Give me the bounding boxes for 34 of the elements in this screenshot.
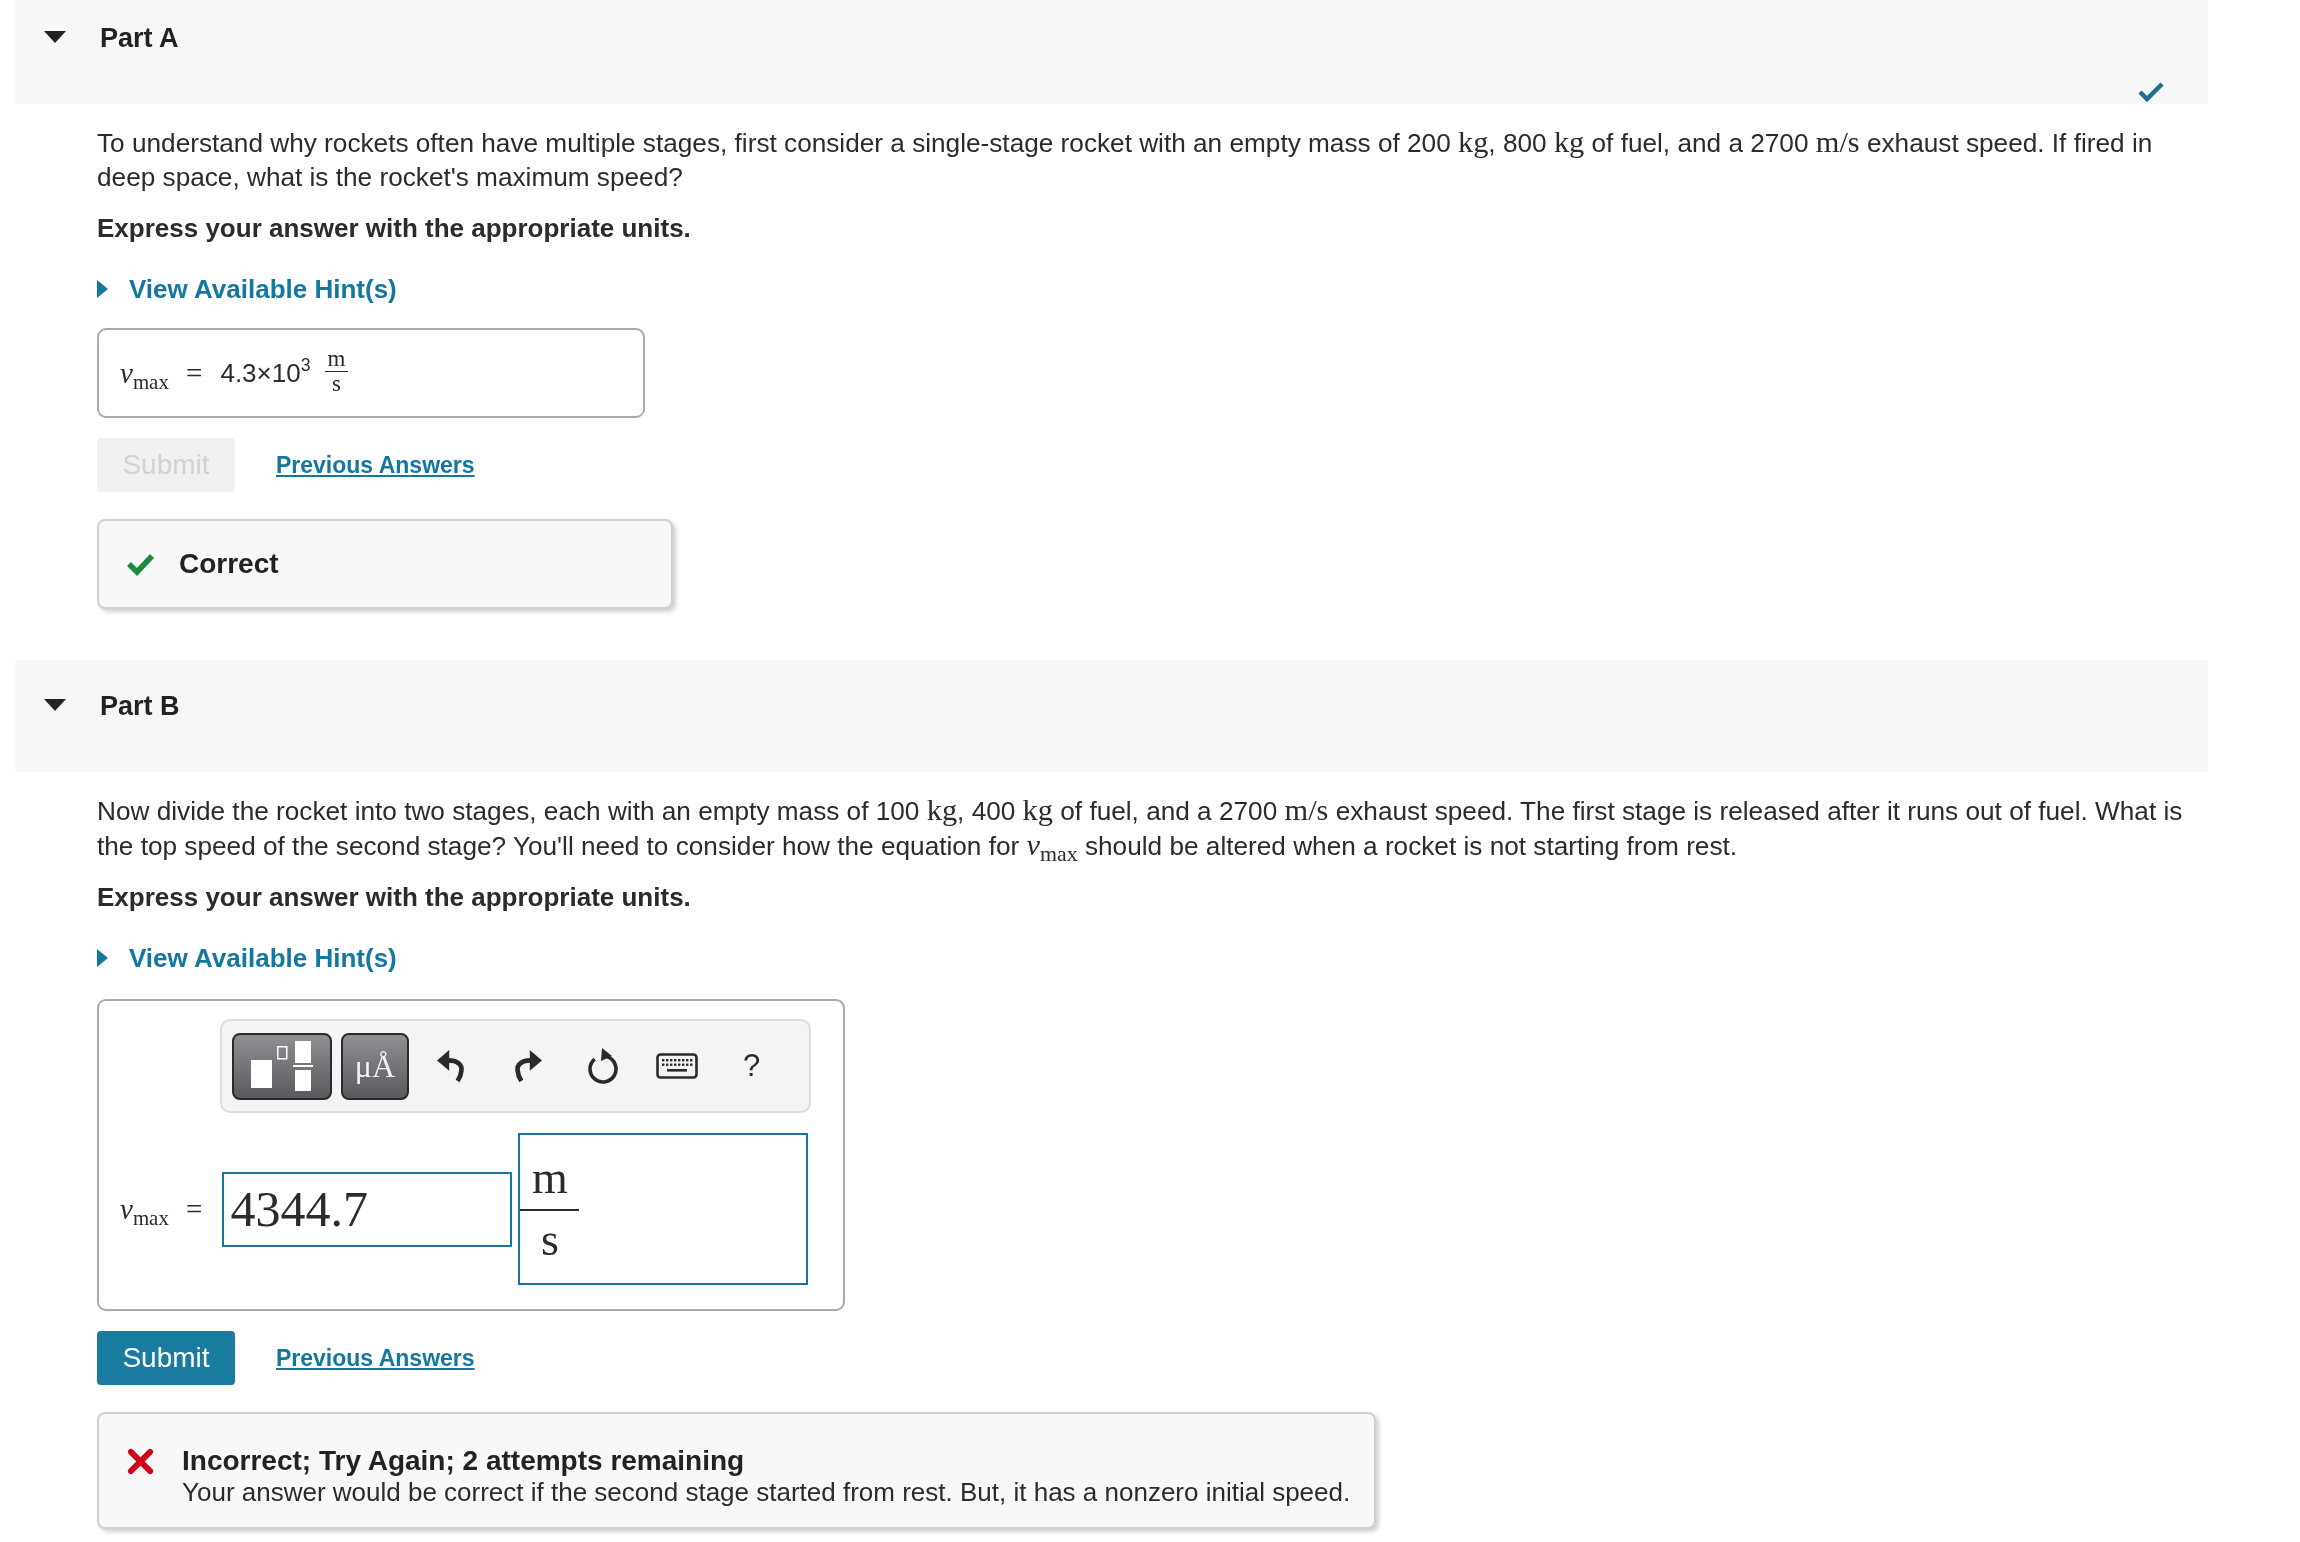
previous-answers-link[interactable]: Previous Answers (276, 1344, 475, 1372)
instruction-text: Express your answer with the appropriate units. (97, 212, 692, 245)
triangle-icon (97, 280, 108, 298)
caret-icon[interactable] (44, 31, 66, 43)
previous-answers-link[interactable]: Previous Answers (276, 451, 475, 479)
units-field[interactable]: m s (518, 1133, 809, 1285)
question-text: Now divide the rocket into two stages, each with an empty mass of 100 kg, 400 kg of fuel, and a 2700 m/s exhaust speed. The first stage is released after it runs out of fuel. What is the top speed of the second stage? You'll need to consider how the equation for v$_{max}$ should be altered when a rocket is not starting from rest. (97, 793, 2184, 863)
reset-icon[interactable] (585, 1048, 619, 1084)
keyboard-icon[interactable] (656, 1053, 698, 1079)
caret-icon[interactable] (44, 699, 66, 711)
hint-link[interactable]: View Available Hint(s) (97, 941, 397, 975)
fraction-template-icon (251, 1041, 313, 1091)
answer-label: v$_{max}$ = (120, 1192, 203, 1226)
cross-icon (127, 1448, 154, 1475)
hint-link[interactable]: View Available Hint(s) (97, 272, 397, 306)
feedback-title: Correct (179, 547, 279, 581)
undo-icon[interactable] (437, 1049, 467, 1083)
templates-button[interactable] (232, 1032, 332, 1100)
unit-text: m s (324, 347, 349, 395)
instruction-text: Express your answer with the appropriate units. (97, 881, 692, 914)
feedback-message: Your answer would be correct if the second stage started from rest. But, it has a nonzero initial speed. (182, 1477, 1351, 1507)
symbols-button[interactable]: μÅ (341, 1032, 409, 1100)
answer-label: v$_{max}$ = (120, 356, 203, 390)
redo-icon[interactable] (512, 1049, 542, 1083)
feedback-title: Incorrect; Try Again; 2 attempts remaining (182, 1444, 746, 1478)
help-button[interactable]: ? (743, 1048, 761, 1084)
question-text: To understand why rockets often have multiple stages, first consider a single-stage rocket with an empty mass of 200 kg, 800 kg of fuel, and a 2700 m/s exhaust speed. If fired in deep space, what is the rocket's maximum speed? (97, 125, 2154, 194)
part-title: Part B (100, 690, 180, 722)
answer-field[interactable]: 4344.7 (222, 1171, 513, 1247)
submit-button[interactable]: Submit (97, 1331, 235, 1385)
answer-value: 4.3×10$^{3}$ (220, 357, 311, 389)
check-icon (125, 552, 155, 576)
triangle-icon (97, 949, 108, 967)
part-title: Part A (100, 22, 179, 54)
